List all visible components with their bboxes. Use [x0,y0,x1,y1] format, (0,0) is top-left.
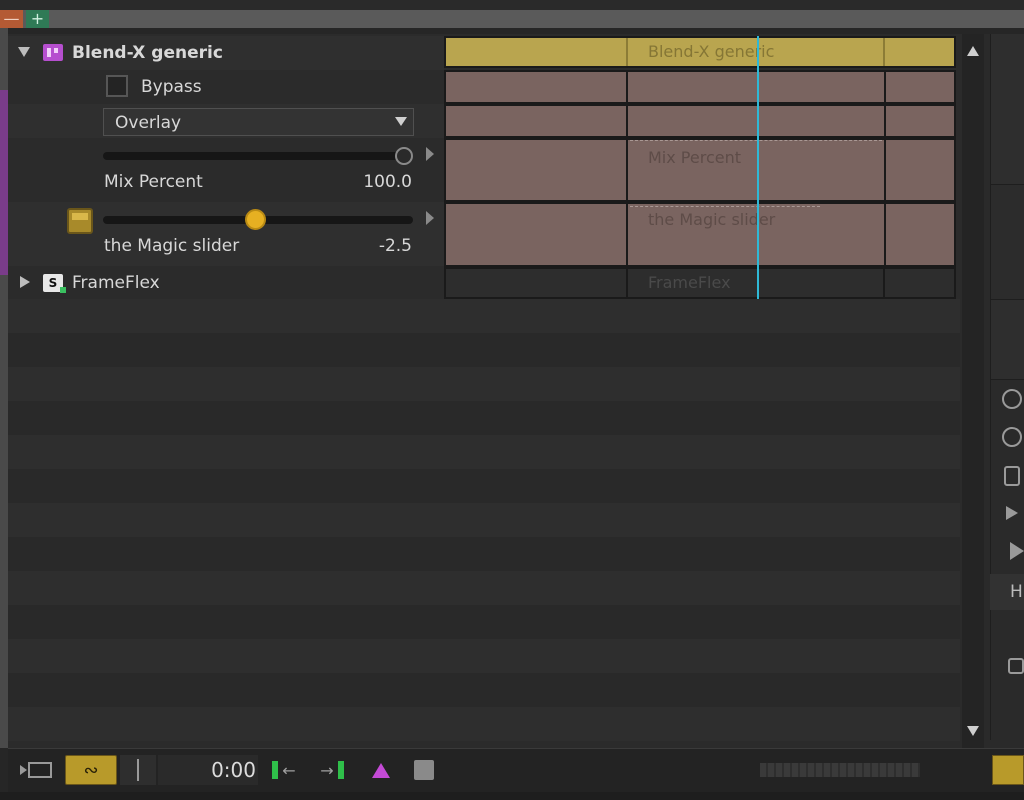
mix-row: Mix Percent 100.0 [8,138,444,202]
tab-bar: — + [0,10,1024,28]
clip-header[interactable]: Blend-X generic [444,36,956,68]
clip-mode-b[interactable] [626,104,886,138]
magic-value: -2.5 [378,236,412,256]
corner-tool-button[interactable] [992,755,1024,785]
panel-h-label: H [1010,582,1023,602]
track-header-row[interactable]: Blend-X generic [8,36,444,70]
bypass-checkbox[interactable] [106,75,128,97]
cursor-icon [137,759,139,781]
mix-value: 100.0 [363,172,412,192]
blend-mode-select[interactable]: Overlay [103,108,414,136]
transport-bar: ∾ 0:00 ← → [8,748,1024,793]
clip-magic-a[interactable] [444,202,628,267]
mix-slider-knob[interactable] [395,147,413,165]
clip-magic-c[interactable] [884,202,956,267]
keyframe-arrow-icon[interactable] [426,211,434,225]
zoom-out-icon[interactable] [1002,389,1022,409]
clip-mix-b[interactable]: Mix Percent [626,138,886,202]
track2-name: FrameFlex [72,273,160,293]
clip-mode-c[interactable] [884,104,956,138]
bypass-row: Bypass [8,70,444,104]
collapse-button[interactable]: — [0,10,23,28]
mode-row: Overlay [8,104,444,138]
clip-bypass-b[interactable] [626,70,886,104]
keyframe-arrow-icon[interactable] [426,147,434,161]
mix-slider-track[interactable] [103,152,413,160]
track-color-strip [0,90,8,275]
timecode-value: 0:00 [211,758,256,782]
timecode-display[interactable]: 0:00 [158,755,258,785]
playhead[interactable] [757,36,759,299]
bypass-label: Bypass [141,77,202,97]
zoom-in-icon[interactable] [1002,427,1022,447]
add-button[interactable]: + [26,10,49,28]
snap-button[interactable] [120,755,156,785]
clip-frameflex-label: FrameFlex [648,273,731,292]
stop-icon [414,760,434,780]
clip-header-label: Blend-X generic [648,42,775,61]
track2-header-row[interactable]: S FrameFlex [8,267,444,299]
scroll-up-icon[interactable] [967,46,979,56]
clip-mix-label: Mix Percent [648,148,742,167]
go-to-start-button[interactable]: ← [266,755,302,785]
clip-bypass-c[interactable] [884,70,956,104]
clip-mode-a[interactable] [444,104,628,138]
track-area: Blend-X generic Bypass Overlay Mix Perce… [8,34,962,748]
filmstrip-icon [28,762,52,778]
clip-bypass-a[interactable] [444,70,628,104]
minus-icon: — [3,9,20,28]
plus-icon: + [30,9,45,28]
filmstrip-button[interactable] [18,755,54,785]
mix-label: Mix Percent [104,172,203,192]
clip-frameflex[interactable]: FrameFlex [444,267,956,299]
panel-icon[interactable] [1008,658,1024,674]
arrow-left-icon: ← [282,760,296,780]
blend-mode-value: Overlay [115,113,182,133]
stop-button[interactable] [412,755,436,785]
fit-icon[interactable] [1004,466,1020,486]
marker-icon [372,762,390,778]
clip-magic-b[interactable]: the Magic slider [626,202,886,267]
zoom-slider[interactable] [760,763,920,777]
keyframe-toggle-button[interactable] [67,208,93,234]
automation-button[interactable]: ∾ [65,755,117,785]
go-to-end-button[interactable]: → [314,755,350,785]
arrow-right-icon: → [320,760,334,780]
title-strip [0,0,1024,10]
magic-label: the Magic slider [104,236,240,256]
play-icon[interactable] [1010,542,1024,560]
clip-mix-a[interactable] [444,138,628,202]
bottom-edge [0,792,1024,800]
dropdown-arrow-icon [395,117,407,126]
magic-row: the Magic slider -2.5 [8,202,444,266]
magic-slider-knob[interactable] [244,209,266,230]
track-name: Blend-X generic [72,43,223,63]
clip-mix-c[interactable] [884,138,956,202]
collapse-triangle-icon[interactable] [18,47,30,57]
wave-icon: ∾ [83,759,99,781]
marker-button[interactable] [368,755,394,785]
vertical-scrollbar[interactable] [962,34,984,748]
expand-triangle-icon[interactable] [20,276,30,288]
fx-icon [43,44,63,61]
scroll-down-icon[interactable] [967,726,979,736]
play-small-icon[interactable] [1006,506,1018,520]
